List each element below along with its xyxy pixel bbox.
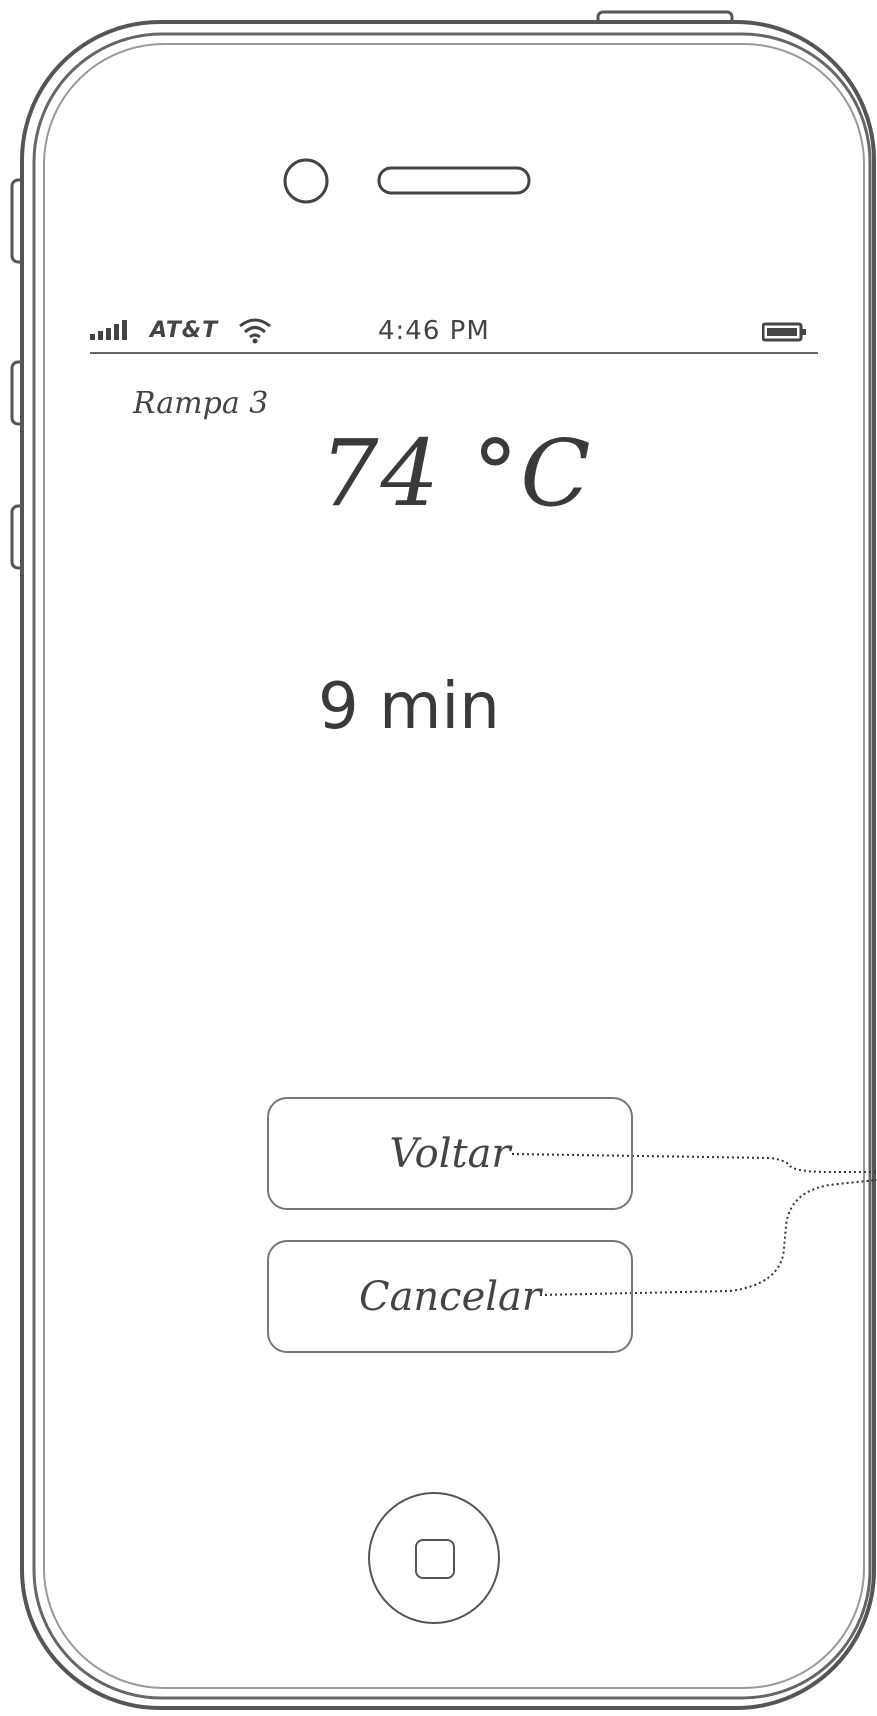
- back-button[interactable]: Voltar: [267, 1097, 633, 1210]
- status-time: 4:46 PM: [378, 316, 490, 346]
- wifi-icon: [239, 318, 271, 344]
- cancel-button[interactable]: Cancelar: [267, 1240, 633, 1353]
- status-bar: AT&T 4:46 PM: [90, 312, 818, 354]
- signal-bars-icon: [90, 320, 127, 340]
- program-label: Rampa 3: [133, 386, 269, 421]
- phone-outer-body: [20, 20, 876, 1710]
- duration-readout: 9 min: [318, 670, 500, 744]
- temperature-readout: 74 °C: [320, 420, 593, 527]
- carrier-name: AT&T: [150, 318, 219, 343]
- battery-icon: [762, 322, 806, 342]
- home-button-icon: [415, 1539, 455, 1579]
- home-button[interactable]: [368, 1492, 500, 1624]
- phone-frame: [10, 10, 877, 1710]
